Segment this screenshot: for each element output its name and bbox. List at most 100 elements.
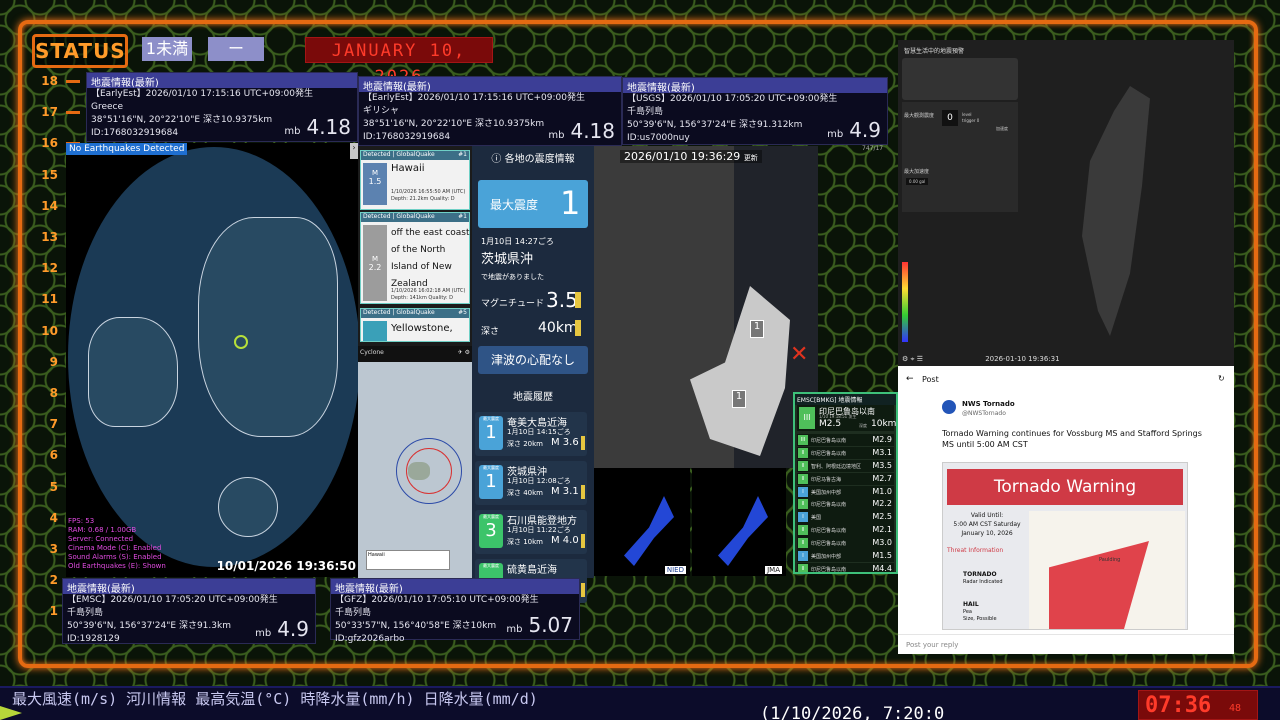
intensity-level-badge: 1未満	[142, 37, 192, 61]
history-mag: M 3.6	[551, 437, 579, 448]
account-handle[interactable]: @NWSTornado	[962, 410, 1006, 417]
scale-label: 17	[41, 105, 58, 120]
emsc-top-depth: 10km	[871, 419, 897, 429]
history-item[interactable]: 最大震度 1 奄美大島近海 1月10日 14:15ごろ 深さ 20km M 3.6	[475, 412, 587, 456]
emsc-row-intensity: II	[798, 563, 808, 572]
scale-label: 3	[49, 542, 58, 556]
gq-detail: 1/10/2026 16:55:50 AM (UTC)	[391, 189, 466, 195]
max-intensity-value: 1	[560, 184, 581, 222]
fps-stat: FPS: 53	[68, 517, 95, 525]
map-title-bar: Cyclone ✈ ⚙	[358, 346, 472, 362]
account-name[interactable]: NWS Tornado	[962, 400, 1015, 408]
card-header: 地震情報(最新)	[63, 579, 315, 595]
emsc-row-place: 印尼巴鲁岛以南	[811, 566, 847, 573]
scale-label: 5	[49, 479, 58, 494]
emsc-row[interactable]: I 美国加州中部 M1.0	[797, 485, 894, 498]
emsc-row[interactable]: III 印尼巴鲁岛以南 M2.9	[797, 434, 894, 447]
quake-area: 茨城県沖	[481, 252, 534, 267]
emsc-row-place: 美国	[811, 515, 822, 522]
max-intensity-label: 最大震度	[490, 198, 539, 212]
emsc-header: EMSC[BMKG] 地震情報	[795, 394, 896, 405]
card-header: 地震情報(最新)	[359, 77, 621, 93]
history-title: 地震履歴	[513, 392, 553, 403]
epicenter-icon: ✕	[790, 342, 809, 367]
hawaii-map[interactable]: Hawaii	[358, 362, 472, 578]
tweet-image[interactable]: Tornado Warning Valid Until: 5:00 AM CST…	[942, 462, 1188, 630]
emsc-row[interactable]: II 印尼巴鲁岛以南 M4.4	[797, 562, 894, 573]
emsc-row[interactable]: II 印尼巴鲁岛以南 M3.1	[797, 446, 894, 460]
history-mag-bar	[581, 436, 585, 450]
emsc-list-panel: EMSC[BMKG] 地震情報 III 印尼巴鲁岛以南 1/10 19:18:5…	[793, 392, 898, 574]
emsc-row-place: 美国加州中部	[811, 489, 842, 496]
emsc-row-mag: M1.0	[872, 486, 892, 496]
card-header: 地震情報(最新)	[623, 78, 887, 94]
scale-label: 15	[41, 167, 58, 182]
menu-icon[interactable]: ☰	[917, 355, 923, 363]
emsc-row-intensity: II	[798, 473, 808, 484]
history-item[interactable]: 最大震度 3 石川県能登地方 1月10日 11:22ごろ 深さ 10km M 4.0	[475, 510, 587, 554]
refresh-icon[interactable]: ↻	[1218, 374, 1225, 383]
card-region: Greece	[91, 102, 124, 112]
back-button[interactable]: ←	[906, 374, 914, 384]
emsc-top: III 印尼巴鲁岛以南 1/10 19:18:51 发生 M2.5 深度 10k…	[797, 405, 897, 431]
history-intensity: 最大震度 3	[479, 514, 503, 548]
history-mag: M 4.0	[551, 535, 579, 546]
emsc-row[interactable]: II 印尼巴鲁岛以南 M2.1	[797, 524, 894, 537]
japan-shape	[718, 496, 768, 566]
history-time: 1月10日 14:15ごろ	[507, 428, 571, 436]
history-intensity: 最大震度 1	[479, 416, 503, 450]
scale-label: 13	[41, 230, 58, 244]
trigger-label: trigger 0	[962, 118, 980, 123]
emsc-row-mag: M2.2	[872, 499, 892, 509]
valid-info: Valid Until: 5:00 AM CST Saturday Januar…	[953, 512, 1021, 537]
emsc-row-mag: M3.5	[872, 460, 892, 470]
target-icon[interactable]: ⌖	[911, 355, 915, 363]
nied-map[interactable]: NIED	[594, 468, 690, 576]
max-observed-label: 最大觀測震度	[904, 113, 935, 119]
scale-label: 6	[49, 448, 58, 463]
level-label: level	[962, 112, 972, 117]
emsc-row[interactable]: II 智利、阿根廷边境地区 M3.5	[797, 459, 894, 473]
globe-map[interactable]	[68, 147, 358, 567]
avatar[interactable]	[942, 400, 956, 414]
emsc-row[interactable]: II 印尼马鲁古海 M2.7	[797, 472, 894, 486]
gq-item[interactable]: Detected | GlobalQuake #1 M 1.5 Hawaii 1/1…	[360, 150, 470, 210]
warning-title: Tornado Warning	[947, 469, 1183, 505]
scale-label: 9	[49, 354, 58, 369]
emsc-row[interactable]: II 印尼巴鲁岛以南 M2.2	[797, 498, 894, 511]
scale-label: 12	[41, 261, 58, 276]
tweet-text: Tornado Warning continues for Vossburg M…	[942, 429, 1202, 449]
emsc-top-intensity: III	[799, 407, 815, 429]
kanto-map[interactable]: 2026/01/10 19:36:29 更新 1 1 ✕	[594, 146, 818, 468]
jma-map[interactable]: JMA	[692, 468, 786, 576]
gq-item[interactable]: Detected | GlobalQuake #5 Yellowstone,	[360, 308, 470, 342]
gear-icon[interactable]: ⚙	[902, 355, 908, 363]
emsc-row-mag: M3.0	[872, 538, 892, 548]
emsc-row[interactable]: II 印尼巴鲁岛以南 M3.0	[797, 537, 894, 550]
quake-card-greece-en: 地震情報(最新) 【EarlyEst】2026/01/10 17:15:16 U…	[86, 72, 358, 142]
quake-marker	[234, 335, 248, 349]
cinema-stat: Cinema Mode (C): Enabled	[68, 544, 162, 552]
accel-value: 0.00 gal	[906, 178, 929, 185]
island-big	[408, 462, 430, 480]
card-header: 地震情報(最新)	[87, 73, 357, 89]
taiwan-eew-panel[interactable]: 智慧生活中的地震預警 最大觀測震度 0 level trigger 0 加速度 …	[898, 40, 1234, 368]
tweet-panel: ← Post ↻ NWS Tornado @NWSTornado Tornado…	[898, 366, 1234, 654]
globe-timestamp: 10/01/2026 19:36:50	[216, 559, 356, 573]
globalquake-globe-panel[interactable]: No Earthquakes Detected FPS: 53 RAM: 0.6…	[66, 143, 358, 577]
emsc-row-mag: M1.5	[872, 551, 892, 561]
scale-tick	[66, 80, 80, 83]
gq-place: Yellowstone,	[391, 323, 453, 334]
gq-item[interactable]: Detected | GlobalQuake #1 M 2.2 off the ea…	[360, 212, 470, 304]
card-magnitude: mb 4.9	[827, 118, 881, 142]
emsc-row[interactable]: I 美国 M2.5	[797, 511, 894, 524]
scroll-arrow-icon[interactable]: ›	[350, 143, 358, 159]
emsc-row[interactable]: I 美国加州中部 M1.5	[797, 550, 894, 563]
card-source-line: 【USGS】2026/01/10 17:05:20 UTC+09:00発生	[627, 94, 838, 104]
emsc-row-mag: M2.9	[872, 435, 892, 444]
clock: 07:36 48	[1138, 690, 1258, 720]
history-intensity: 最大震度 1	[479, 465, 503, 499]
reply-input[interactable]: Post your reply	[898, 634, 1234, 654]
history-item[interactable]: 最大震度 1 茨城県沖 1月10日 12:08ごろ 深さ 40km M 3.1	[475, 461, 587, 505]
emsc-row-intensity: II	[798, 499, 808, 510]
